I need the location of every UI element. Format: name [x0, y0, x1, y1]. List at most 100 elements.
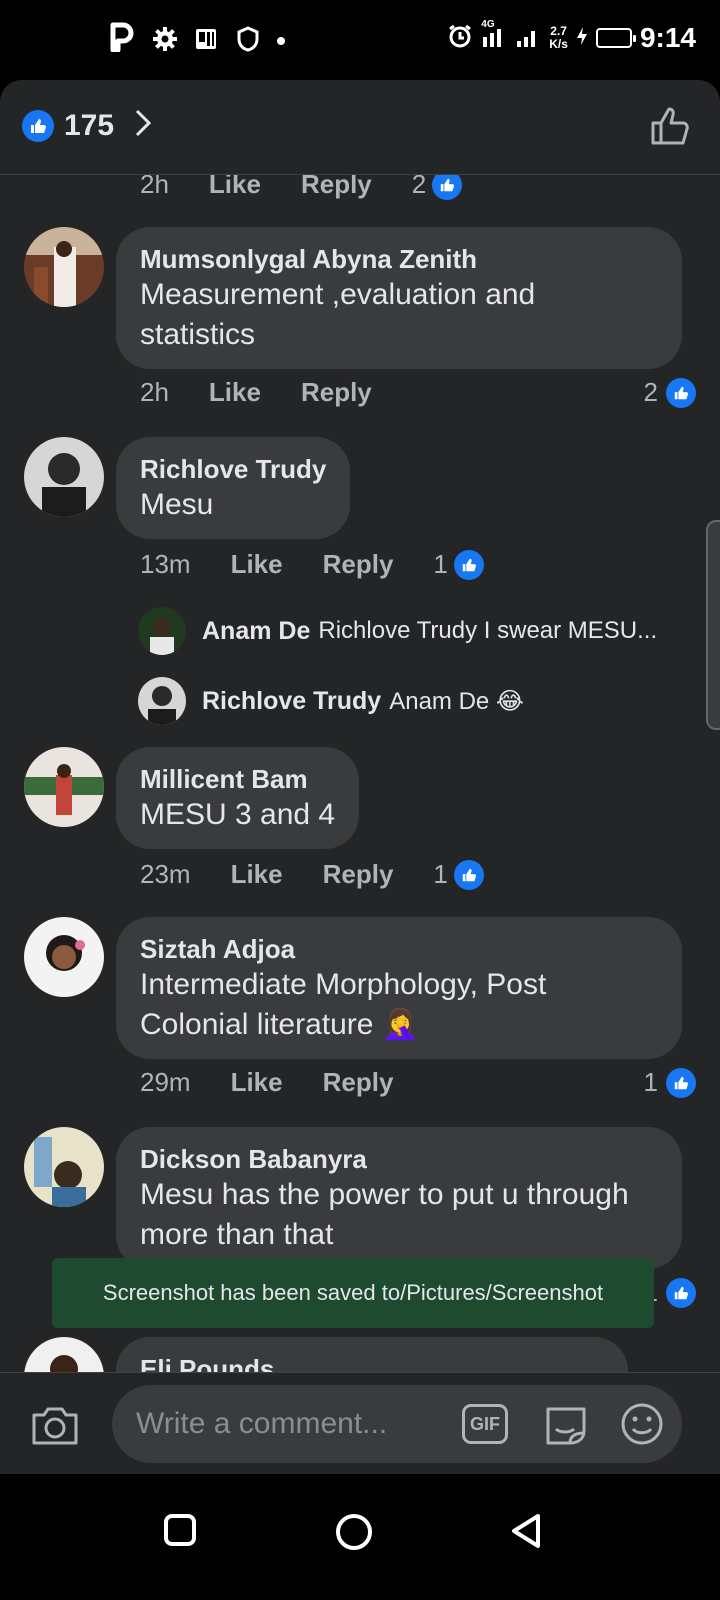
- avatar[interactable]: [24, 437, 104, 517]
- avatar: [138, 607, 186, 655]
- comment-author[interactable]: Mumsonlygal Abyna Zenith: [140, 243, 658, 275]
- reactions-count: 175: [64, 108, 115, 142]
- comment-author[interactable]: Richlove Trudy: [140, 453, 326, 485]
- comment-bubble: Millicent Bam MESU 3 and 4: [116, 747, 360, 849]
- gif-button[interactable]: GIF: [462, 1404, 508, 1444]
- reaction-count: 2: [412, 175, 463, 200]
- comment-text: statistics: [140, 318, 256, 351]
- reaction-count[interactable]: 1: [644, 1067, 696, 1098]
- news-icon: [194, 26, 220, 57]
- comment-actions: 23m Like Reply 1: [140, 859, 484, 890]
- charging-icon: [576, 26, 588, 51]
- comment-author[interactable]: Millicent Bam: [140, 763, 335, 795]
- comment-text: more than that: [140, 1218, 334, 1251]
- screenshot-toast: Screenshot has been saved to/Pictures/Sc…: [52, 1258, 654, 1328]
- reply-button[interactable]: Reply: [323, 549, 394, 580]
- sticker-icon: [546, 1407, 586, 1445]
- circle-icon: [336, 1514, 372, 1550]
- like-button[interactable]: Like: [209, 175, 261, 200]
- avatar[interactable]: [24, 747, 104, 827]
- reactions-summary[interactable]: 175: [22, 108, 152, 143]
- network-speed: 2.7 K/s: [549, 24, 568, 51]
- like-post-button[interactable]: [650, 104, 692, 151]
- comment-bubble: Dickson Babanyra Mesu has the power to p…: [116, 1127, 682, 1269]
- comment-time: 2h: [140, 175, 169, 199]
- reply-author: Richlove Trudy: [202, 686, 382, 715]
- reaction-count[interactable]: 1: [433, 859, 484, 890]
- like-reaction-icon: [666, 1067, 696, 1098]
- emoji-icon: [621, 1403, 663, 1445]
- like-button[interactable]: Like: [209, 377, 261, 408]
- comment-time: 23m: [140, 859, 191, 889]
- comment-actions: 13m Like Reply 1: [140, 549, 484, 580]
- comment-text: Colonial literature 🤦‍♀️: [140, 1008, 420, 1041]
- comment-bubble: Richlove Trudy Mesu: [116, 437, 351, 539]
- home-button[interactable]: [334, 1512, 374, 1557]
- emoji-button[interactable]: [620, 1402, 664, 1451]
- comment-text: Measurement ,evaluation and: [140, 278, 536, 311]
- sticker-button[interactable]: [542, 1403, 590, 1452]
- reply-button[interactable]: Reply: [323, 1067, 394, 1098]
- comment-bubble: Mumsonlygal Abyna Zenith Measurement ,ev…: [116, 227, 682, 369]
- comment-actions: 2h Like Reply 2: [140, 175, 463, 200]
- camera-button[interactable]: [30, 1403, 80, 1452]
- signal-icon: [515, 23, 541, 54]
- like-reaction-icon: [453, 859, 484, 890]
- avatar[interactable]: [24, 227, 104, 307]
- comment-author[interactable]: Siztah Adjoa: [140, 933, 658, 965]
- comment-time: 29m: [140, 1067, 191, 1097]
- reply-preview[interactable]: Richlove Trudy Anam De 😂: [138, 677, 524, 725]
- like-reaction-icon: [666, 377, 696, 408]
- reactions-bar: 175: [0, 80, 720, 175]
- clock: 9:14: [639, 22, 696, 53]
- comment-actions: 2h Like Reply: [140, 377, 372, 408]
- comment-placeholder: Write a comment...: [136, 1407, 388, 1440]
- avatar: [138, 677, 186, 725]
- alarm-icon: [447, 23, 473, 54]
- status-bar: 4G 2.7 K/s 9:14: [0, 0, 720, 80]
- reply-text: Anam De 😂: [389, 687, 524, 715]
- comment-text: Mesu has the power to put u through: [140, 1178, 629, 1211]
- like-reaction-icon: [22, 109, 54, 142]
- comment-text: MESU 3 and 4: [140, 798, 336, 831]
- comment-composer: Write a comment... GIF: [0, 1372, 720, 1474]
- reply-button[interactable]: Reply: [301, 175, 372, 200]
- chevron-right-icon: [134, 108, 152, 143]
- comment-author[interactable]: Dickson Babanyra: [140, 1143, 658, 1175]
- reply-button[interactable]: Reply: [301, 377, 372, 408]
- notification-icons: [110, 22, 286, 61]
- like-button[interactable]: Like: [231, 1067, 283, 1098]
- avatar[interactable]: [24, 1127, 104, 1207]
- avatar[interactable]: [24, 917, 104, 997]
- reaction-count[interactable]: 2: [644, 377, 696, 408]
- dot-icon: [276, 33, 286, 51]
- comment-text: Mesu: [140, 488, 214, 521]
- back-button[interactable]: [508, 1512, 544, 1555]
- reply-button[interactable]: Reply: [323, 859, 394, 890]
- battery-icon: [595, 28, 636, 48]
- comment-time: 2h: [140, 377, 169, 407]
- reply-preview[interactable]: Anam De Richlove Trudy I swear MESU...: [138, 607, 657, 655]
- system-nav-bar: [0, 1474, 720, 1600]
- thumbs-up-outline-icon: [651, 107, 689, 145]
- camera-icon: [32, 1407, 78, 1445]
- recents-button[interactable]: [162, 1512, 198, 1553]
- scroll-handle[interactable]: [706, 520, 720, 730]
- comment-input[interactable]: Write a comment... GIF: [112, 1385, 682, 1463]
- like-reaction-icon: [666, 1277, 696, 1308]
- comment-time: 13m: [140, 549, 191, 579]
- reply-author: Anam De: [202, 616, 311, 645]
- system-icons: 4G 2.7 K/s 9:14: [447, 19, 696, 54]
- triangle-back-icon: [512, 1514, 540, 1548]
- reply-text: Richlove Trudy I swear MESU...: [318, 617, 658, 644]
- square-icon: [164, 1514, 196, 1546]
- p-app-icon: [110, 22, 136, 61]
- like-reaction-icon: [453, 549, 484, 580]
- settings-icon: [152, 26, 178, 57]
- like-reaction-icon: [432, 175, 463, 200]
- like-button[interactable]: Like: [231, 549, 283, 580]
- reaction-count[interactable]: 1: [433, 549, 484, 580]
- comment-bubble: Siztah Adjoa Intermediate Morphology, Po…: [116, 917, 682, 1059]
- like-button[interactable]: Like: [231, 859, 283, 890]
- comment-text: Intermediate Morphology, Post: [140, 968, 547, 1001]
